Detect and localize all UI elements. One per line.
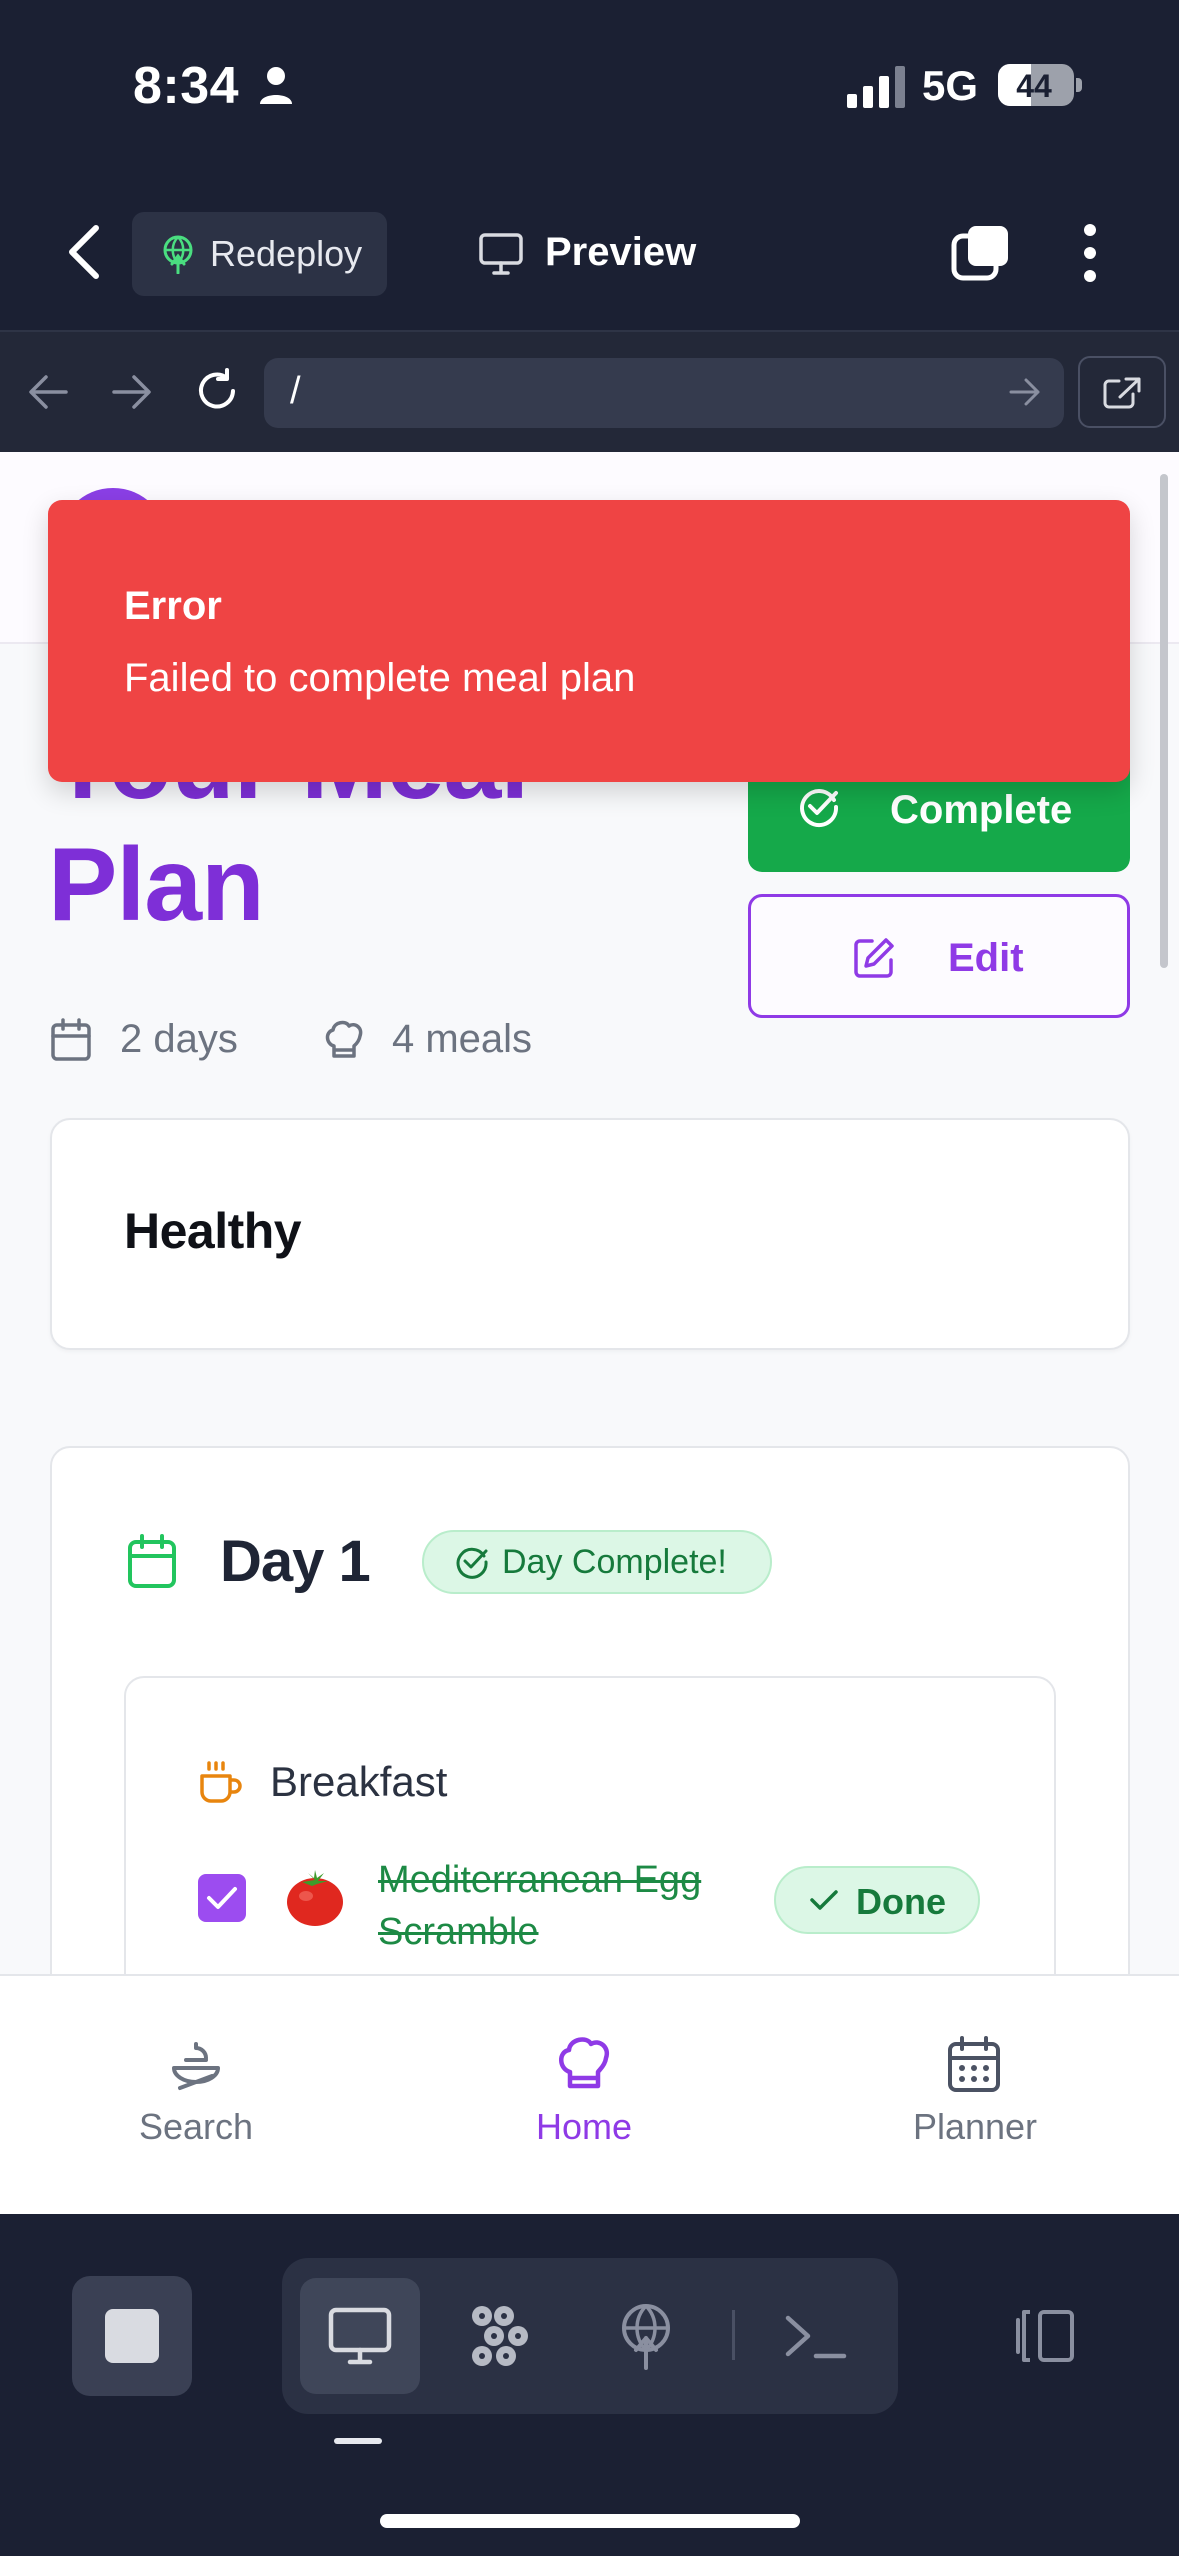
meal-type-label: Breakfast [270,1758,448,1805]
search-bowl-icon [172,2042,220,2090]
tomato-icon [287,1870,343,1926]
check-circle-icon [800,789,839,828]
edit-pencil-icon [854,938,894,978]
battery-icon: 44 [998,64,1082,106]
tool-divider [732,2310,735,2360]
edit-button[interactable] [748,894,1130,1018]
day-calendar-icon [128,1534,176,1588]
nav-planner[interactable]: Planner [845,2106,1105,2148]
web-preview: Your Meal Plan Complete Edit 2 days 4 me… [0,452,1179,1974]
status-time: 8:34 [133,57,240,115]
back-chevron-icon[interactable] [62,222,108,282]
days-count: 2 days [120,1017,238,1061]
meals-count: 4 meals [392,1017,533,1061]
meal-name: Mediterranean Egg Scramble [378,1859,702,1953]
split-view-icon[interactable] [1010,2302,1078,2370]
url-input[interactable] [264,358,1064,428]
check-circle-icon [456,1547,488,1579]
stop-icon [105,2309,159,2363]
battery-label: 44 [1016,68,1052,104]
coffee-cup-icon [200,1761,242,1803]
redeploy-label: Redeploy [210,233,363,274]
active-tool-indicator [334,2438,382,2444]
url-text: / [290,370,301,412]
nav-home[interactable]: Home [454,2106,714,2148]
day-title: Day 1 [220,1529,371,1594]
calendar-icon [948,2036,1000,2092]
complete-label: Complete [890,788,1073,832]
monitor-icon [479,233,523,275]
terminal-icon[interactable] [782,2302,850,2370]
reload-icon[interactable] [194,368,240,414]
edit-label: Edit [948,936,1024,980]
deploy-globe-icon [163,235,193,274]
diet-tag: Healthy [124,1203,302,1259]
scrollbar[interactable] [1160,474,1168,968]
monitor-icon [328,2307,392,2365]
external-link-icon [1103,377,1141,409]
calendar-icon [51,1018,91,1061]
back-arrow-icon[interactable] [26,372,70,412]
preview-tab[interactable]: Preview [545,230,696,275]
chef-hat-icon [325,1020,363,1058]
tabs-icon[interactable] [950,222,1012,284]
person-icon [260,67,292,104]
network-label: 5G [922,62,979,109]
forward-arrow-icon[interactable] [110,372,154,412]
error-title: Error [124,584,222,628]
deploy-globe-icon[interactable] [612,2302,680,2370]
signal-icon [847,66,905,108]
home-indicator[interactable] [380,2514,800,2528]
error-toast[interactable] [48,500,1130,782]
more-options-icon[interactable] [1072,222,1108,284]
error-message: Failed to complete meal plan [124,656,636,700]
checkmark-icon [207,1887,237,1909]
go-arrow-icon[interactable] [1008,374,1042,410]
chef-hat-icon [559,2037,610,2089]
done-label: Done [856,1881,946,1922]
day-badge-text: Day Complete! [502,1543,727,1581]
nav-search[interactable]: Search [66,2106,326,2148]
apps-cluster-icon[interactable] [466,2302,534,2370]
checkmark-icon [810,1890,838,1910]
